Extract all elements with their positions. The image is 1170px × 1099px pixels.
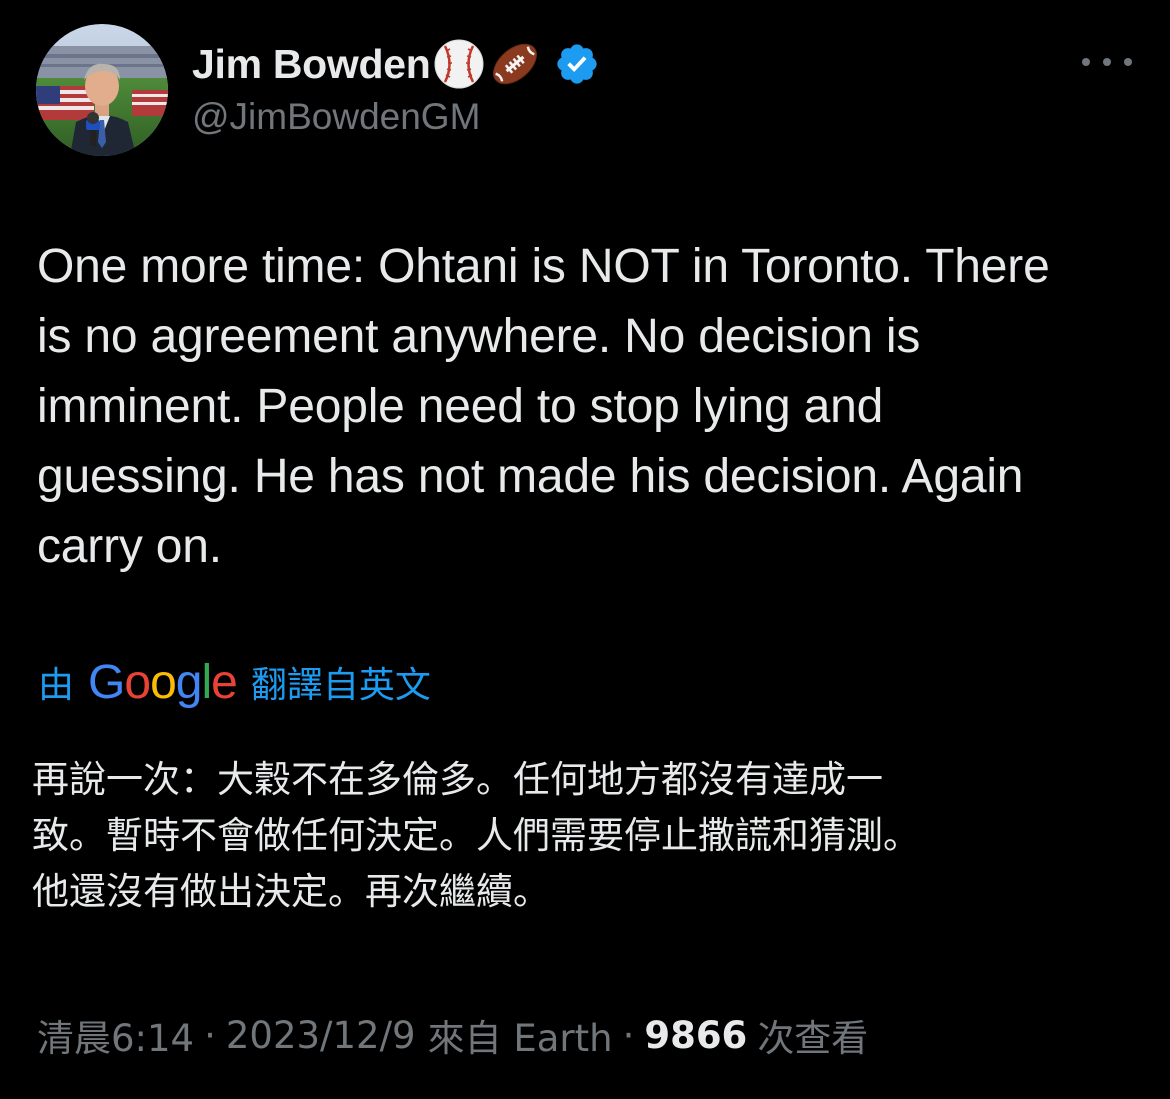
tweet-source: 來自 Earth bbox=[427, 1017, 613, 1060]
translation-text-line: 致。暫時不會做任何決定。人們需要停止撒謊和猜測。 bbox=[32, 814, 920, 857]
translation-text: 再說一次：大穀不在多倫多。任何地方都沒有達成一 致。暫時不會做任何決定。人們需要… bbox=[32, 752, 1142, 920]
tweet-text-line: carry on. bbox=[37, 520, 222, 573]
translation-text-line: 他還沒有做出決定。再次繼續。 bbox=[32, 870, 550, 913]
tweet-time[interactable]: 清晨6:14 bbox=[37, 1008, 194, 1062]
translated-by-google-link[interactable]: 由 Google 翻譯自英文 bbox=[38, 652, 431, 712]
more-options-icon[interactable] bbox=[1082, 44, 1132, 80]
verified-badge-icon[interactable] bbox=[554, 41, 600, 87]
tweet-text-line: is no agreement anywhere. No decision is bbox=[37, 310, 921, 363]
author-name[interactable]: Jim Bowden bbox=[192, 41, 431, 88]
meta-separator: · bbox=[622, 1013, 635, 1057]
views-label: 次查看 bbox=[757, 1017, 869, 1060]
tweet-detail: Jim Bowden @JimBowdenGM One more time: O… bbox=[0, 0, 1170, 1099]
meta-separator: · bbox=[204, 1013, 216, 1057]
baseball-icon bbox=[432, 37, 486, 91]
avatar[interactable] bbox=[36, 24, 168, 156]
translation-text-line: 再說一次：大穀不在多倫多。任何地方都沒有達成一 bbox=[32, 758, 883, 801]
translated-from-english: 翻譯自英文 bbox=[250, 665, 431, 706]
tweet-text-line: imminent. People need to stop lying and bbox=[37, 380, 884, 433]
avatar-image bbox=[36, 24, 168, 156]
tweet-text-line: guessing. He has not made his decision. … bbox=[37, 450, 1024, 503]
author-name-row: Jim Bowden bbox=[192, 36, 600, 92]
tweet-meta: 清晨6:14 · 2023/12/9 來自 Earth · 9866 次查看 bbox=[37, 1008, 868, 1062]
author-handle[interactable]: @JimBowdenGM bbox=[192, 96, 480, 138]
views-count[interactable]: 9866 bbox=[644, 1014, 747, 1057]
tweet-date[interactable]: 2023/12/9 bbox=[226, 1014, 416, 1057]
google-logo: Google bbox=[88, 655, 238, 709]
tweet-text: One more time: Ohtani is NOT in Toronto.… bbox=[37, 232, 1137, 582]
american-football-icon bbox=[488, 37, 542, 91]
translated-by-prefix: 由 bbox=[38, 665, 75, 706]
tweet-text-line: One more time: Ohtani is NOT in Toronto.… bbox=[37, 240, 1050, 293]
